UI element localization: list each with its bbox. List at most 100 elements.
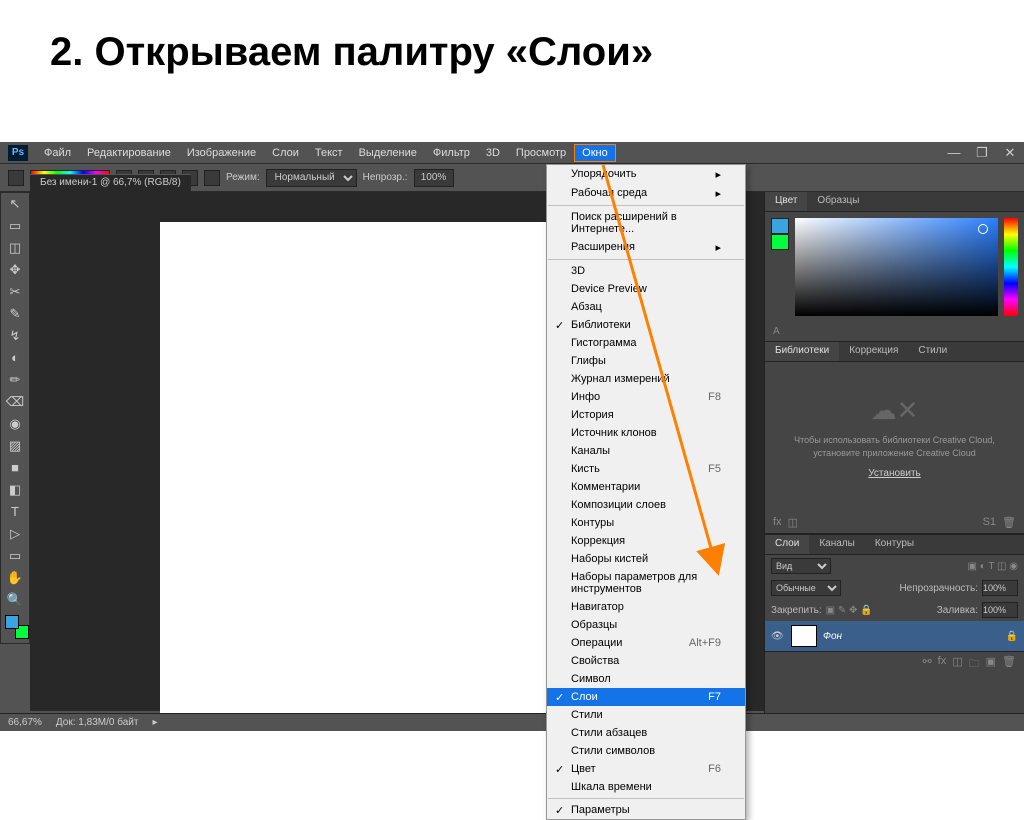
filter-icons[interactable]: ▣ ◐ T ◫ ◉	[967, 561, 1018, 572]
menu-item-упорядочить[interactable]: Упорядочить	[547, 165, 745, 184]
menu-item-device-preview[interactable]: Device Preview	[547, 280, 745, 298]
window-menu-dropdown[interactable]: УпорядочитьРабочая среда Поиск расширений…	[546, 164, 746, 820]
menu-view[interactable]: Просмотр	[508, 144, 574, 162]
new-layer-icon[interactable]: ▣	[986, 655, 996, 674]
layer-fx-icon[interactable]: fx	[938, 655, 947, 674]
menu-item-цвет[interactable]: ЦветF6	[547, 760, 745, 778]
tool-marquee[interactable]: ▭	[1, 215, 29, 237]
tool-stamp[interactable]: ✏	[1, 369, 29, 391]
trash-icon[interactable]: 🗑	[1002, 516, 1016, 529]
mask-icon[interactable]: ◫	[788, 516, 798, 529]
color-swatches[interactable]	[1, 611, 29, 643]
tool-heal[interactable]: ↯	[1, 325, 29, 347]
tool-gradient[interactable]: ◉	[1, 413, 29, 435]
tab-paths[interactable]: Контуры	[865, 535, 924, 554]
menu-item-поиск-расширений-в-интернете-[interactable]: Поиск расширений в Интернете...	[547, 208, 745, 238]
status-arrow-icon[interactable]: ▸	[152, 717, 157, 728]
menu-edit[interactable]: Редактирование	[79, 144, 179, 162]
menu-layers[interactable]: Слои	[264, 144, 307, 162]
menu-item-каналы[interactable]: Каналы	[547, 442, 745, 460]
menu-item-гистограмма[interactable]: Гистограмма	[547, 334, 745, 352]
menu-item-история[interactable]: История	[547, 406, 745, 424]
menu-image[interactable]: Изображение	[179, 144, 264, 162]
menu-item-наборы-параметров-для-инструментов[interactable]: Наборы параметров для инструментов	[547, 568, 745, 598]
menu-select[interactable]: Выделение	[351, 144, 425, 162]
menu-item-источник-клонов[interactable]: Источник клонов	[547, 424, 745, 442]
tab-styles[interactable]: Стили	[908, 342, 957, 361]
fx-icon[interactable]: fx	[773, 516, 782, 529]
menu-window[interactable]: Окно	[574, 144, 616, 162]
canvas[interactable]	[160, 222, 550, 722]
fill-input[interactable]	[982, 602, 1018, 618]
color-field[interactable]	[795, 218, 998, 316]
tool-crop[interactable]: ✂	[1, 281, 29, 303]
menu-item-расширения[interactable]: Расширения	[547, 238, 745, 257]
tool-blur[interactable]: ▨	[1, 435, 29, 457]
menu-file[interactable]: Файл	[36, 144, 79, 162]
grad-diamond-icon[interactable]	[204, 170, 220, 186]
install-link[interactable]: Установить	[868, 468, 921, 479]
layer-kind-select[interactable]: Вид	[771, 558, 831, 574]
layer-thumbnail[interactable]	[791, 625, 817, 647]
tab-libraries[interactable]: Библиотеки	[765, 342, 839, 361]
document-tab[interactable]: Без имени-1 @ 66,7% (RGB/8)	[30, 174, 191, 192]
menu-item-глифы[interactable]: Глифы	[547, 352, 745, 370]
color-picker[interactable]	[765, 212, 1024, 322]
tab-adjustments[interactable]: Коррекция	[839, 342, 908, 361]
tab-layers[interactable]: Слои	[765, 535, 809, 554]
menu-item-абзац[interactable]: Абзац	[547, 298, 745, 316]
opacity-input[interactable]	[414, 169, 454, 187]
menu-item-свойства[interactable]: Свойства	[547, 652, 745, 670]
tab-channels[interactable]: Каналы	[809, 535, 865, 554]
menu-item-стили[interactable]: Стили	[547, 706, 745, 724]
tool-shape[interactable]: ▭	[1, 545, 29, 567]
layer-opacity-input[interactable]	[982, 580, 1018, 596]
menu-item-библиотеки[interactable]: Библиотеки	[547, 316, 745, 334]
menu-item-слои[interactable]: СлоиF7	[547, 688, 745, 706]
layer-blend-select[interactable]: Обычные	[771, 580, 841, 596]
tool-zoom[interactable]: 🔍	[1, 589, 29, 611]
menu-filter[interactable]: Фильтр	[425, 144, 478, 162]
tool-eyedropper[interactable]: ✎	[1, 303, 29, 325]
menu-item-стили-символов[interactable]: Стили символов	[547, 742, 745, 760]
tool-type[interactable]: T	[1, 501, 29, 523]
s1-icon[interactable]: S1	[983, 516, 996, 529]
new-group-icon[interactable]: 🗀	[969, 655, 980, 674]
link-layers-icon[interactable]: ⚯	[922, 655, 931, 674]
tool-wand[interactable]: ✥	[1, 259, 29, 281]
menu-type[interactable]: Текст	[307, 144, 351, 162]
tool-dodge[interactable]: ■	[1, 457, 29, 479]
menu-item-операции[interactable]: ОперацииAlt+F9	[547, 634, 745, 652]
menu-item-шкала-времени[interactable]: Шкала времени	[547, 778, 745, 796]
menu-item-3d[interactable]: 3D	[547, 262, 745, 280]
menu-item-композиции-слоев[interactable]: Композиции слоев	[547, 496, 745, 514]
menu-item-рабочая-среда[interactable]: Рабочая среда	[547, 184, 745, 203]
menu-item-комментарии[interactable]: Комментарии	[547, 478, 745, 496]
menu-item-коррекция[interactable]: Коррекция	[547, 532, 745, 550]
close-icon[interactable]: ✕	[996, 142, 1024, 164]
zoom-level[interactable]: 66,67%	[8, 717, 42, 728]
menu-item-контуры[interactable]: Контуры	[547, 514, 745, 532]
tool-hand[interactable]: ✋	[1, 567, 29, 589]
fg-bg-mini[interactable]	[771, 218, 789, 252]
menu-item-инфо[interactable]: ИнфоF8	[547, 388, 745, 406]
maximize-icon[interactable]: ❐	[968, 142, 996, 164]
minimize-icon[interactable]: —	[940, 142, 968, 164]
tab-swatches[interactable]: Образцы	[807, 192, 869, 211]
blend-mode-select[interactable]: Нормальный	[266, 169, 357, 187]
menu-item-журнал-измерений[interactable]: Журнал измерений	[547, 370, 745, 388]
menu-item-навигатор[interactable]: Навигатор	[547, 598, 745, 616]
delete-layer-icon[interactable]: 🗑	[1002, 655, 1016, 674]
menu-item-наборы-кистей[interactable]: Наборы кистей	[547, 550, 745, 568]
hue-slider[interactable]	[1004, 218, 1018, 316]
menu-item-образцы[interactable]: Образцы	[547, 616, 745, 634]
menu-item-стили-абзацев[interactable]: Стили абзацев	[547, 724, 745, 742]
tool-lasso[interactable]: ◫	[1, 237, 29, 259]
menu-item-символ[interactable]: Символ	[547, 670, 745, 688]
tool-pen[interactable]: ◧	[1, 479, 29, 501]
tool-brush[interactable]: ◐	[1, 347, 29, 369]
tab-color[interactable]: Цвет	[765, 192, 807, 211]
menu-item-параметры[interactable]: Параметры	[547, 801, 745, 819]
visibility-icon[interactable]: 👁	[771, 631, 785, 642]
tool-move[interactable]: ↖	[1, 193, 29, 215]
